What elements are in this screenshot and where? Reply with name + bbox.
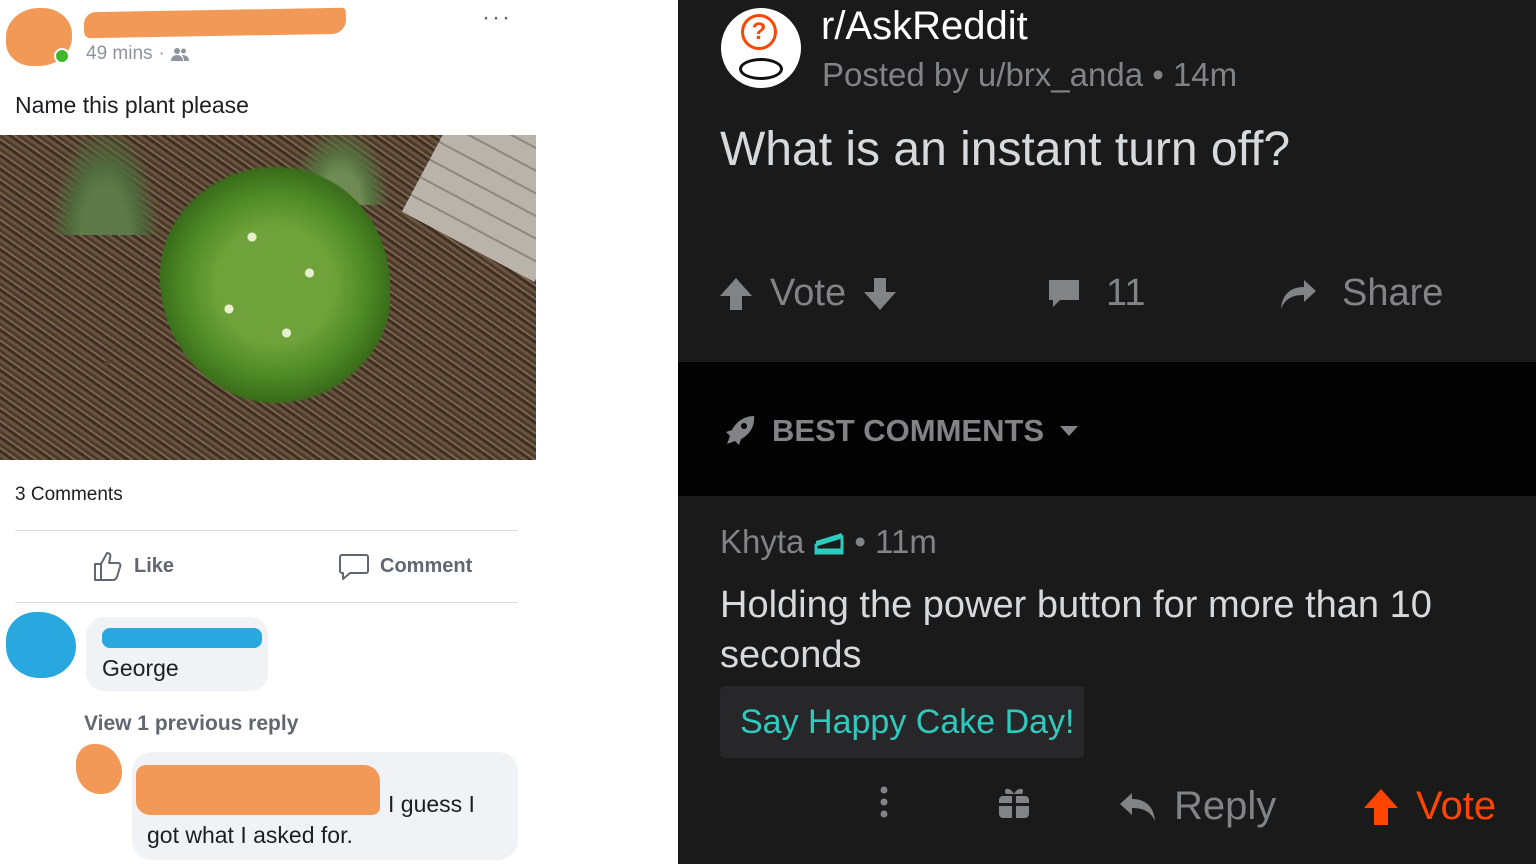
flowering-shrub (160, 165, 390, 405)
facebook-post: 49 mins · ··· Name this plant please 3 C… (0, 0, 678, 864)
post-meta: 49 mins · (86, 43, 189, 65)
view-previous-reply-link[interactable]: View 1 previous reply (84, 712, 298, 736)
cake-day-icon (812, 525, 846, 559)
post-header: ? r/AskReddit Posted by u/brx_anda • 14m… (678, 0, 1536, 362)
subreddit-icon[interactable]: ? (721, 8, 801, 88)
award-button[interactable] (996, 784, 1032, 820)
plant-photo[interactable] (0, 135, 536, 460)
comment-age: • 11m (854, 523, 937, 560)
author-avatar-redacted[interactable] (6, 8, 72, 66)
comments-count[interactable]: 3 Comments (15, 484, 123, 506)
rocket-icon (720, 412, 758, 450)
like-label: Like (134, 554, 175, 577)
posted-by[interactable]: Posted by u/brx_anda • 14m (822, 56, 1237, 94)
comments-button[interactable]: 11 (1046, 272, 1145, 315)
comment-more-options[interactable] (878, 784, 890, 820)
subreddit-name[interactable]: r/AskReddit (821, 4, 1028, 49)
comment-vote-button[interactable]: Vote (1362, 784, 1496, 829)
ellipsis-icon[interactable]: ··· (482, 4, 512, 32)
comment-vote-label: Vote (1416, 784, 1497, 828)
share-arrow-icon (1278, 276, 1318, 312)
sort-dropdown[interactable]: BEST COMMENTS (720, 412, 1080, 450)
share-button[interactable]: Share (1278, 272, 1443, 315)
stone-wall (401, 135, 536, 283)
post-title: What is an instant turn off? (720, 123, 1291, 176)
divider (15, 530, 518, 531)
chevron-down-icon (1058, 424, 1080, 438)
like-button[interactable]: Like (92, 550, 174, 582)
upvote-arrow-icon (1362, 787, 1400, 827)
comment-author[interactable]: Khyta (720, 523, 804, 561)
happy-cake-day-button[interactable]: Say Happy Cake Day! (720, 686, 1084, 758)
upvote-arrow-icon[interactable] (718, 276, 754, 312)
reply-label: Reply (1174, 784, 1277, 828)
downvote-arrow-icon[interactable] (862, 276, 898, 312)
reddit-post: ? r/AskReddit Posted by u/brx_anda • 14m… (678, 0, 1536, 864)
thumbs-up-icon (92, 550, 124, 582)
speech-bubble-icon (338, 550, 370, 582)
reply-text-line1: I guess I (388, 791, 475, 817)
replier-name-redacted[interactable] (136, 765, 380, 815)
reply-arrow-icon (1118, 789, 1158, 825)
commenter-avatar-redacted[interactable] (6, 612, 76, 678)
replier-avatar-redacted[interactable] (76, 744, 122, 794)
cake-day-label: Say Happy Cake Day! (740, 702, 1075, 741)
divider (15, 602, 518, 603)
vote-group: Vote (718, 272, 898, 315)
comment-bubble-icon (1046, 276, 1082, 312)
reply-text-line2: got what I asked for. (147, 822, 353, 848)
share-label: Share (1342, 272, 1444, 314)
vote-label: Vote (770, 272, 847, 314)
friends-icon (170, 46, 189, 62)
author-name-redacted[interactable] (83, 7, 347, 39)
sort-bar: BEST COMMENTS (678, 362, 1536, 496)
comment-button[interactable]: Comment (338, 550, 472, 582)
post-caption: Name this plant please (15, 92, 249, 118)
comment-count: 11 (1106, 272, 1146, 314)
commenter-name-redacted[interactable] (102, 628, 262, 648)
gift-icon (996, 784, 1032, 820)
question-mark-icon: ? (741, 14, 777, 50)
comment-label: Comment (380, 554, 473, 577)
post-timestamp[interactable]: 49 mins (86, 43, 153, 65)
ornamental-grass (50, 135, 160, 235)
comment-body: Holding the power button for more than 1… (720, 584, 1432, 676)
snoo-icon (739, 58, 783, 80)
comment-text: George (102, 655, 179, 681)
comment-header: Khyta • 11m (720, 523, 937, 561)
vertical-dots-icon (878, 784, 890, 820)
reply-button[interactable]: Reply (1118, 784, 1276, 829)
sort-label: BEST COMMENTS (772, 413, 1045, 448)
